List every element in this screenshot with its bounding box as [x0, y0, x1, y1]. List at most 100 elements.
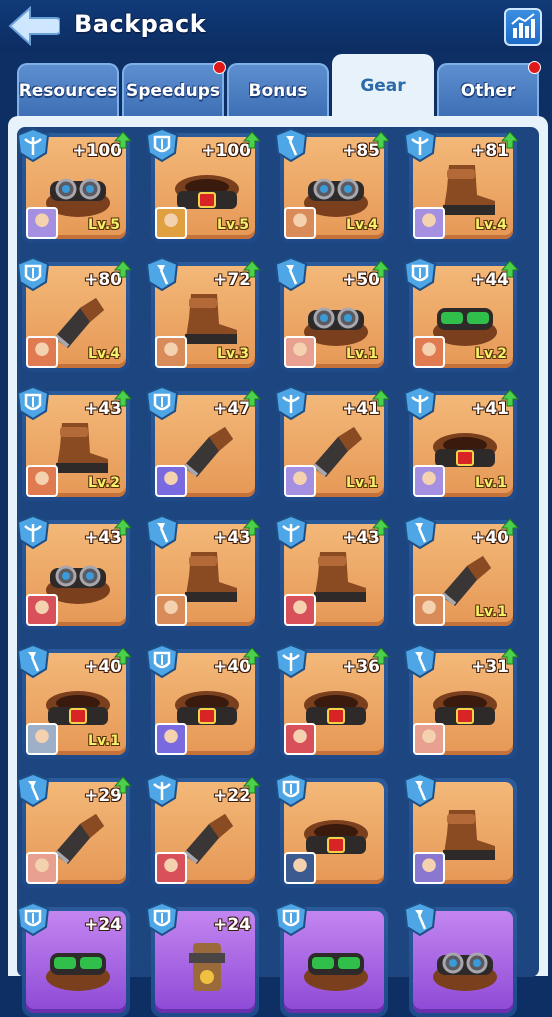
spear-icon	[403, 772, 437, 808]
hero-avatar	[413, 723, 445, 755]
shield-icon	[274, 901, 308, 937]
spear-icon	[145, 514, 179, 550]
tab-label: Speedups	[125, 80, 221, 101]
power-value: +24	[213, 915, 251, 935]
top-bar: Backpack	[0, 0, 552, 52]
crossbow-icon	[274, 385, 308, 421]
gear-card[interactable]: +50 Lv.1	[274, 256, 390, 372]
upgrade-arrow-icon	[114, 131, 132, 149]
upgrade-arrow-icon	[114, 389, 132, 407]
hero-avatar	[26, 723, 58, 755]
hero-avatar	[155, 723, 187, 755]
gear-card[interactable]: +72 Lv.3	[145, 256, 261, 372]
gear-level: Lv.4	[475, 217, 507, 233]
upgrade-arrow-icon	[501, 260, 519, 278]
crossbow-icon	[16, 127, 50, 163]
spear-icon	[16, 643, 50, 679]
gear-card[interactable]: +36	[274, 643, 390, 759]
tab-gear[interactable]: Gear	[332, 54, 434, 116]
spear-icon	[145, 256, 179, 292]
tab-other[interactable]: Other	[437, 61, 541, 116]
notification-dot	[528, 61, 541, 74]
tab-label: Bonus	[248, 80, 308, 101]
gear-card[interactable]	[403, 772, 517, 888]
gear-card[interactable]	[403, 901, 517, 1017]
hero-avatar	[413, 594, 445, 626]
hero-avatar	[26, 852, 58, 884]
gear-card[interactable]: +44 Lv.2	[403, 256, 519, 372]
notification-dot	[213, 61, 226, 74]
gear-card[interactable]: +22	[145, 772, 261, 888]
totem-icon	[189, 943, 225, 991]
gear-card[interactable]: +100 Lv.5	[145, 127, 261, 243]
shield-icon	[274, 772, 308, 808]
hero-avatar	[284, 465, 316, 497]
spear-icon	[274, 127, 308, 163]
gear-card[interactable]: +24	[16, 901, 130, 1017]
shield-icon	[145, 385, 179, 421]
shield-icon	[145, 127, 179, 163]
gear-card[interactable]: +24	[145, 901, 259, 1017]
upgrade-arrow-icon	[372, 389, 390, 407]
back-arrow-icon[interactable]	[8, 6, 60, 46]
gear-card[interactable]: +85 Lv.4	[274, 127, 390, 243]
gear-card[interactable]: +43	[274, 514, 390, 630]
tab-bonus[interactable]: Bonus	[227, 63, 329, 116]
gear-card[interactable]: +41 Lv.1	[403, 385, 519, 501]
upgrade-arrow-icon	[501, 518, 519, 536]
gear-card[interactable]	[274, 901, 388, 1017]
gear-card[interactable]: +29	[16, 772, 132, 888]
gear-level: Lv.4	[88, 346, 120, 362]
gear-card[interactable]: +40 Lv.1	[403, 514, 519, 630]
upgrade-arrow-icon	[243, 518, 261, 536]
gear-card[interactable]: +43	[16, 514, 132, 630]
hero-avatar	[284, 723, 316, 755]
hero-avatar	[284, 336, 316, 368]
shield-icon	[16, 256, 50, 292]
hero-avatar	[284, 852, 316, 884]
gear-card[interactable]: +40 Lv.1	[16, 643, 132, 759]
gear-level: Lv.5	[217, 217, 249, 233]
gear-card[interactable]: +43 Lv.2	[16, 385, 132, 501]
stats-button[interactable]	[504, 8, 542, 46]
hero-avatar	[155, 594, 187, 626]
hero-avatar	[413, 336, 445, 368]
gear-card[interactable]: +47	[145, 385, 261, 501]
upgrade-arrow-icon	[501, 131, 519, 149]
gear-level: Lv.1	[475, 604, 507, 620]
bar-chart-icon	[511, 13, 535, 38]
gear-card[interactable]: +40	[145, 643, 261, 759]
gear-level: Lv.2	[475, 346, 507, 362]
tab-speedups[interactable]: Speedups	[122, 61, 226, 116]
upgrade-arrow-icon	[114, 647, 132, 665]
upgrade-arrow-icon	[372, 518, 390, 536]
crossbow-icon	[16, 514, 50, 550]
gear-card[interactable]: +100 Lv.5	[16, 127, 132, 243]
gear-card[interactable]: +43	[145, 514, 261, 630]
upgrade-arrow-icon	[501, 389, 519, 407]
spear-icon	[403, 643, 437, 679]
goggles-icon	[433, 952, 497, 991]
hero-avatar	[26, 207, 58, 239]
gear-card[interactable]: +41 Lv.1	[274, 385, 390, 501]
upgrade-arrow-icon	[114, 260, 132, 278]
power-value: +24	[84, 915, 122, 935]
tab-label: Other	[460, 80, 516, 101]
crossbow-icon	[403, 385, 437, 421]
gear-level: Lv.1	[346, 346, 378, 362]
gear-card[interactable]	[274, 772, 388, 888]
hero-avatar	[155, 852, 187, 884]
hero-avatar	[284, 594, 316, 626]
tab-resources[interactable]: Resources	[17, 63, 119, 116]
hero-avatar	[155, 465, 187, 497]
gear-level: Lv.5	[88, 217, 120, 233]
spear-icon	[403, 901, 437, 937]
hero-avatar	[155, 336, 187, 368]
hero-avatar	[284, 207, 316, 239]
spear-icon	[16, 772, 50, 808]
tab-label: Gear	[360, 76, 406, 96]
gear-card[interactable]: +80 Lv.4	[16, 256, 132, 372]
goggles-green-icon	[46, 953, 110, 991]
gear-card[interactable]: +81 Lv.4	[403, 127, 519, 243]
gear-card[interactable]: +31	[403, 643, 519, 759]
